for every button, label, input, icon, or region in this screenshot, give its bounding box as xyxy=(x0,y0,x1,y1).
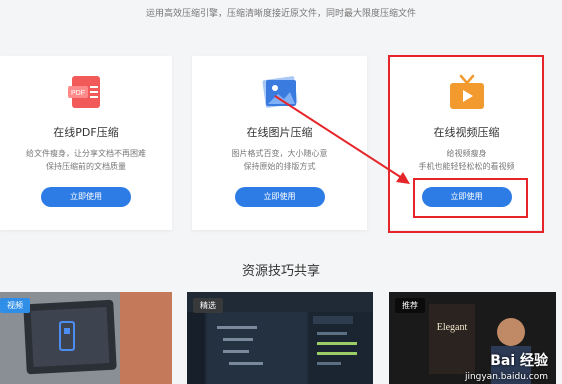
card-description: 给文件瘦身，让分享文档不再困难 保持压缩前的文档质量 xyxy=(0,147,172,173)
image-compress-card: 在线图片压缩 图片格式百变，大小随心意 保持原始的排版方式 立即使用 xyxy=(192,56,367,230)
pdf-use-now-button[interactable]: 立即使用 xyxy=(41,187,131,207)
highlight-box-button xyxy=(413,178,528,218)
card-title: 在线图片压缩 xyxy=(246,126,313,139)
resource-thumbnail[interactable]: 视频 xyxy=(0,292,172,384)
pdf-compress-card: PDF 在线PDF压缩 给文件瘦身，让分享文档不再困难 保持压缩前的文档质量 立… xyxy=(0,56,172,230)
card-desc-line: 保持压缩前的文档质量 xyxy=(46,162,126,171)
image-icon xyxy=(260,72,300,112)
thumbnail-tag: 视频 xyxy=(0,298,30,313)
thumbnail-tag: 推荐 xyxy=(395,298,425,313)
resource-thumbnail[interactable]: 精选 xyxy=(187,292,373,384)
pdf-icon: PDF xyxy=(66,72,106,112)
header-subtitle: 运用高效压缩引擎，压缩清晰度接近原文件，同时最大限度压缩文件 xyxy=(145,9,416,19)
card-desc-line: 图片格式百变，大小随心意 xyxy=(231,149,328,158)
baidu-watermark: Bai 经验 xyxy=(490,353,548,369)
resources-section-title: 资源技巧共享 xyxy=(241,264,320,279)
pdf-icon-text: PDF xyxy=(71,90,85,97)
card-desc-line: 给文件瘦身，让分享文档不再困难 xyxy=(26,149,146,158)
card-desc-line: 保持原始的排版方式 xyxy=(243,162,316,171)
book-title-text: Elegant xyxy=(437,322,468,333)
resource-thumbnail[interactable]: Elegant 推荐 Bai 经验 jingyan.baidu.com xyxy=(389,292,556,384)
baidu-watermark-url: jingyan.baidu.com xyxy=(464,372,548,382)
thumbnail-tag: 精选 xyxy=(193,298,223,313)
card-title: 在线PDF压缩 xyxy=(53,126,119,139)
card-description: 图片格式百变，大小随心意 保持原始的排版方式 xyxy=(192,147,367,173)
image-use-now-button[interactable]: 立即使用 xyxy=(234,187,325,207)
